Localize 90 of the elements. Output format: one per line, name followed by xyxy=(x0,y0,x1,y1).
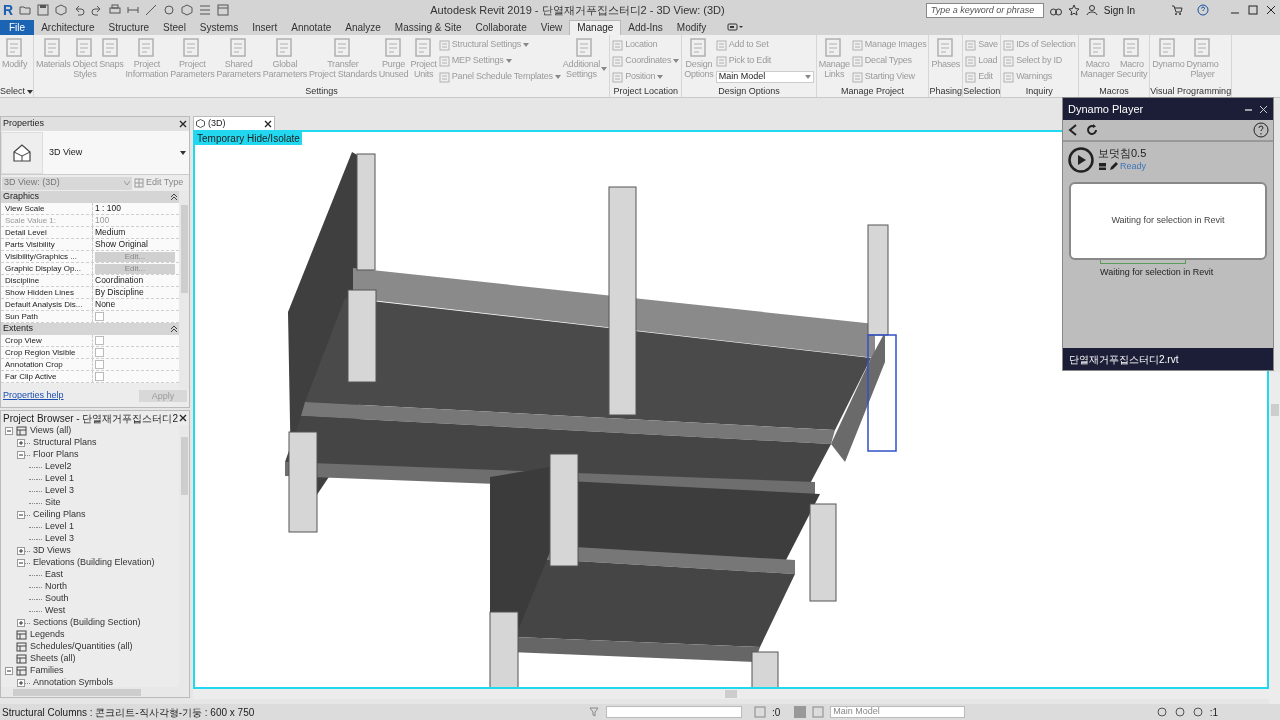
panel-title: Properties xyxy=(3,117,45,131)
property-value[interactable]: 1 : 100 xyxy=(95,202,121,215)
dynamo-player-window[interactable]: Dynamo Player 보덧침0.5 Ready Waiting for selection in Revit Waiting for selection in Revit 단열재거푸집스터디2.rvt xyxy=(1062,97,1274,371)
sign-in-link[interactable]: Sign In xyxy=(1103,2,1135,18)
panel-title: Project Browser - 단열재거푸집스터디2 xyxy=(3,411,179,426)
ribbon-tab[interactable]: Add-Ins xyxy=(621,20,670,35)
browser-item[interactable]: Sections (Building Section) xyxy=(33,616,141,630)
property-name: Visibility/Graphics ... xyxy=(5,250,77,263)
property-group-header[interactable]: Extents xyxy=(1,323,179,335)
property-name: Parts Visibility xyxy=(5,238,55,251)
property-name: Annotation Crop xyxy=(5,358,63,371)
ribbon-tab[interactable]: Annotate xyxy=(284,20,339,35)
status-text: Structural Columns : 콘크리트-직사각형-기둥 : 600 x 750 xyxy=(2,705,256,720)
panel-label: Settings xyxy=(305,87,338,96)
ribbon-tab[interactable]: Systems xyxy=(192,20,246,35)
ribbon-tab[interactable]: Collaborate xyxy=(468,20,534,35)
browser-item[interactable]: North xyxy=(45,580,67,594)
browser-item[interactable]: Ceiling Plans xyxy=(33,508,86,522)
ribbon-tab[interactable]: Architecture xyxy=(34,20,102,35)
property-name: Crop Region Visible xyxy=(5,346,76,359)
ribbon-tab[interactable]: Analyze xyxy=(338,20,388,35)
property-name: Default Analysis Dis... xyxy=(5,298,83,311)
type-selector[interactable]: 3D View xyxy=(1,131,189,175)
panel-label: Selection xyxy=(963,87,1001,96)
property-name: Show Hidden Lines xyxy=(5,286,74,299)
browser-item[interactable]: Schedules/Quantities (all) xyxy=(30,640,133,654)
property-value[interactable]: By Discipline xyxy=(95,286,144,299)
script-name[interactable]: 보덧침0.5 xyxy=(1098,147,1147,160)
browser-item[interactable]: South xyxy=(45,592,69,606)
property-name: Graphic Display Op... xyxy=(5,262,82,275)
design-option-dropdown[interactable]: Main Model xyxy=(830,706,966,718)
browser-item[interactable]: Level 1 xyxy=(45,520,75,534)
ribbon-tab[interactable]: Steel xyxy=(156,20,193,35)
mode-banner: Temporary Hide/Isolate xyxy=(195,132,302,145)
browser-item[interactable]: Annotation Symbols xyxy=(33,676,114,690)
browser-item[interactable]: Elevations (Building Elevation) xyxy=(33,556,155,570)
browser-item[interactable]: Families xyxy=(30,664,64,678)
property-value[interactable]: Coordination xyxy=(95,274,144,287)
browser-item[interactable]: Site xyxy=(45,496,61,510)
property-name: Scale Value 1: xyxy=(5,214,56,227)
ribbon-tab[interactable]: Insert xyxy=(245,20,285,35)
search-field[interactable]: Type a keyword or phrase xyxy=(925,2,1044,18)
panel-label: Inquiry xyxy=(1025,87,1053,96)
property-value: 100 xyxy=(95,214,110,227)
browser-item[interactable]: Views (all) xyxy=(30,424,72,438)
property-name: Crop View xyxy=(5,334,42,347)
browser-item[interactable]: Level 3 xyxy=(45,484,75,498)
app-logo: R xyxy=(3,3,14,17)
browser-item[interactable]: Level2 xyxy=(45,460,72,474)
help-link[interactable]: Properties help xyxy=(3,389,64,403)
browser-item[interactable]: 3D Views xyxy=(33,544,71,558)
panel-label: Project Location xyxy=(613,87,678,96)
ribbon-tab[interactable]: Massing & Site xyxy=(387,20,469,35)
browser-item[interactable]: Sheets (all) xyxy=(30,652,76,666)
browser-item[interactable]: Legends xyxy=(30,628,65,642)
browser-item[interactable]: Structural Plans xyxy=(33,436,97,450)
ribbon-tab[interactable]: File xyxy=(0,20,35,35)
panel-label: Manage Project xyxy=(841,87,905,96)
property-name: Far Clip Active xyxy=(5,370,57,383)
document-tab[interactable]: (3D) xyxy=(193,116,275,130)
property-name: View Scale xyxy=(5,202,45,215)
count-label: :1 xyxy=(1209,705,1218,720)
browser-item[interactable]: Level 1 xyxy=(45,472,75,486)
waiting-dialog: Waiting for selection in Revit xyxy=(1069,181,1267,260)
status-text: Waiting for selection in Revit xyxy=(1100,265,1214,279)
property-name: Detail Level xyxy=(5,226,47,239)
ribbon-tab[interactable]: View xyxy=(533,20,570,35)
browser-item[interactable]: East xyxy=(45,568,63,582)
property-name: Sun Path xyxy=(5,310,38,323)
browser-item[interactable]: West xyxy=(45,604,66,618)
panel-label: Design Options xyxy=(718,87,780,96)
panel-label: Visual Programming xyxy=(1150,87,1232,96)
ribbon-tab[interactable]: Modify xyxy=(669,20,714,35)
ribbon-tab[interactable]: Structure xyxy=(101,20,157,35)
panel-label: Phasing xyxy=(929,87,963,96)
file-name: 단열재거푸집스터디2.rvt xyxy=(1069,352,1179,367)
status-text: Ready xyxy=(1120,160,1146,173)
property-name: Discipline xyxy=(5,274,40,287)
browser-item[interactable]: Floor Plans xyxy=(33,448,79,462)
panel-label: Select xyxy=(0,87,25,96)
browser-item[interactable]: Level 3 xyxy=(45,532,75,546)
property-value[interactable]: Medium xyxy=(95,226,126,239)
window-title: Autodesk Revit 2019 - 단열재거푸집스터디2 - 3D View: (3D) xyxy=(430,2,725,18)
count-label: :0 xyxy=(772,705,781,720)
property-value[interactable]: None xyxy=(95,298,116,311)
window-title: Dynamo Player xyxy=(1068,101,1144,117)
property-group-header[interactable]: Graphics xyxy=(1,191,179,203)
ribbon-tab[interactable]: Manage xyxy=(569,20,622,35)
property-value[interactable]: Show Original xyxy=(95,238,148,251)
panel-label: Macros xyxy=(1099,87,1129,96)
